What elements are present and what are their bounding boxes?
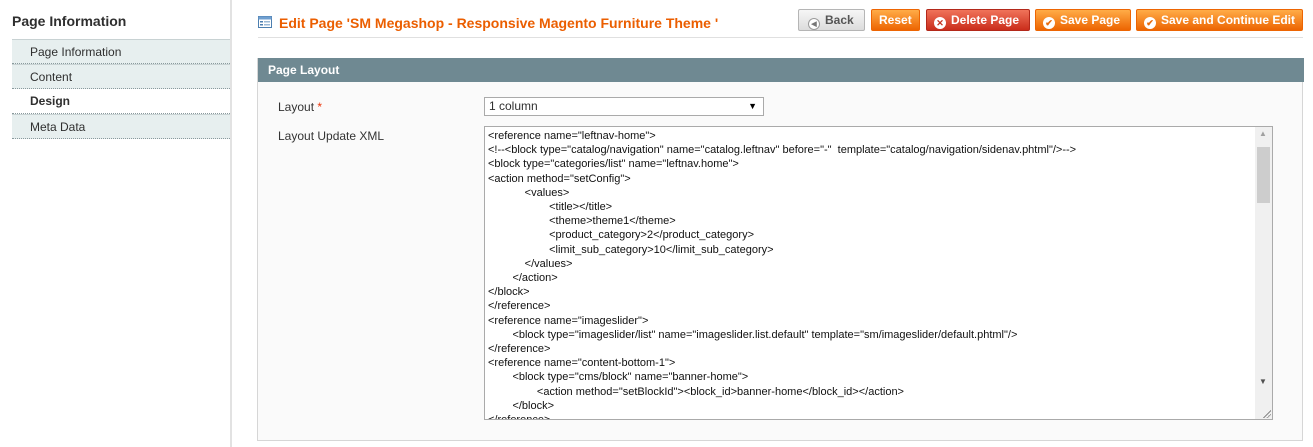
xml-line: <block type="categories/list" name="left… xyxy=(488,158,739,171)
xml-line: <block type="cms/block" name="banner-hom… xyxy=(488,371,749,384)
xml-line: <reference name="content-bottom-1"> xyxy=(488,357,676,370)
sidebar-tabs: Page Information Content Design Meta Dat… xyxy=(12,39,232,139)
xml-line: <!--<block type="catalog/navigation" nam… xyxy=(488,144,1077,157)
layout-select[interactable]: 1 column ▼ xyxy=(484,97,764,116)
scroll-down-icon[interactable]: ▼ xyxy=(1259,377,1267,386)
xml-line: </reference> xyxy=(488,413,1076,419)
layout-update-xml-textarea[interactable]: <reference name="leftnav-home"> <!--<bloc… xyxy=(484,126,1273,420)
xml-line: <values> xyxy=(488,186,570,199)
resize-grip-icon[interactable] xyxy=(1262,409,1271,418)
xml-line: </reference> xyxy=(488,343,551,356)
xml-line: <title></title> xyxy=(488,201,613,214)
xml-line: </values> xyxy=(488,257,573,270)
xml-line: <reference name="leftnav-home"> xyxy=(488,130,656,142)
xml-line: </block> xyxy=(488,286,530,299)
page-title: Edit Page 'SM Megashop - Responsive Mage… xyxy=(279,15,719,31)
delete-button-label: Delete Page xyxy=(951,13,1020,27)
section-header-bar: Page Layout xyxy=(258,58,1304,82)
delete-page-button[interactable]: ✕ Delete Page xyxy=(926,9,1030,31)
xml-line: <action method="setConfig"> xyxy=(488,172,631,185)
dropdown-arrow-icon: ▼ xyxy=(748,101,757,111)
xml-line: <action method="setBlockId"><block_id>ba… xyxy=(488,385,904,398)
xml-line: <reference name="imageslider"> xyxy=(488,314,649,327)
save-button-label: Save Page xyxy=(1060,13,1121,27)
xml-code-text: <reference name="leftnav-home"> <!--<bloc… xyxy=(488,129,1077,419)
page-icon xyxy=(258,16,272,28)
save-and-continue-button[interactable]: ✔ Save and Continue Edit xyxy=(1136,9,1303,31)
layout-label: Layout * xyxy=(278,100,322,114)
back-button-label: Back xyxy=(825,13,854,27)
checkmark-icon: ✔ xyxy=(1043,17,1055,29)
xml-line: <product_category>2</product_category> xyxy=(488,229,754,242)
sidebar: Page Information Page Information Conten… xyxy=(0,0,232,447)
reset-button-label: Reset xyxy=(879,13,912,27)
tab-content[interactable]: Content xyxy=(12,64,232,89)
layout-select-value: 1 column xyxy=(489,99,538,113)
page-layout-fieldset: Page Layout Layout * 1 column ▼ Layout U… xyxy=(257,58,1304,441)
save-continue-button-label: Save and Continue Edit xyxy=(1161,13,1296,27)
section-title: Page Layout xyxy=(268,63,340,77)
xml-line: <block type="imageslider/list" name="ima… xyxy=(488,328,1018,341)
required-mark: * xyxy=(317,100,323,114)
xml-line: </action> xyxy=(488,272,558,285)
header-divider xyxy=(258,37,1303,38)
tab-design[interactable]: Design xyxy=(12,89,232,114)
save-page-button[interactable]: ✔ Save Page xyxy=(1035,9,1131,31)
layout-label-text: Layout xyxy=(278,100,315,114)
tab-page-information[interactable]: Page Information xyxy=(12,39,232,64)
xml-line: <theme>theme1</theme> xyxy=(488,215,676,228)
tab-meta-data[interactable]: Meta Data xyxy=(12,114,232,139)
reset-button[interactable]: Reset xyxy=(871,9,920,31)
scrollbar-thumb[interactable] xyxy=(1257,147,1270,203)
layout-update-xml-label: Layout Update XML xyxy=(278,129,385,143)
xml-line: <limit_sub_category>10</limit_sub_catego… xyxy=(488,243,774,256)
xml-line: </block> xyxy=(488,399,555,412)
checkmark-icon: ✔ xyxy=(1144,17,1156,29)
sidebar-divider xyxy=(230,0,232,447)
vertical-scrollbar[interactable]: ▲ ▼ xyxy=(1255,127,1272,419)
delete-icon: ✕ xyxy=(934,17,946,29)
xml-line: </reference> xyxy=(488,300,551,313)
sidebar-title: Page Information xyxy=(12,13,127,29)
back-arrow-icon: ◀ xyxy=(808,18,820,30)
scroll-up-icon[interactable]: ▲ xyxy=(1259,129,1267,138)
back-button[interactable]: ◀ Back xyxy=(798,9,865,31)
